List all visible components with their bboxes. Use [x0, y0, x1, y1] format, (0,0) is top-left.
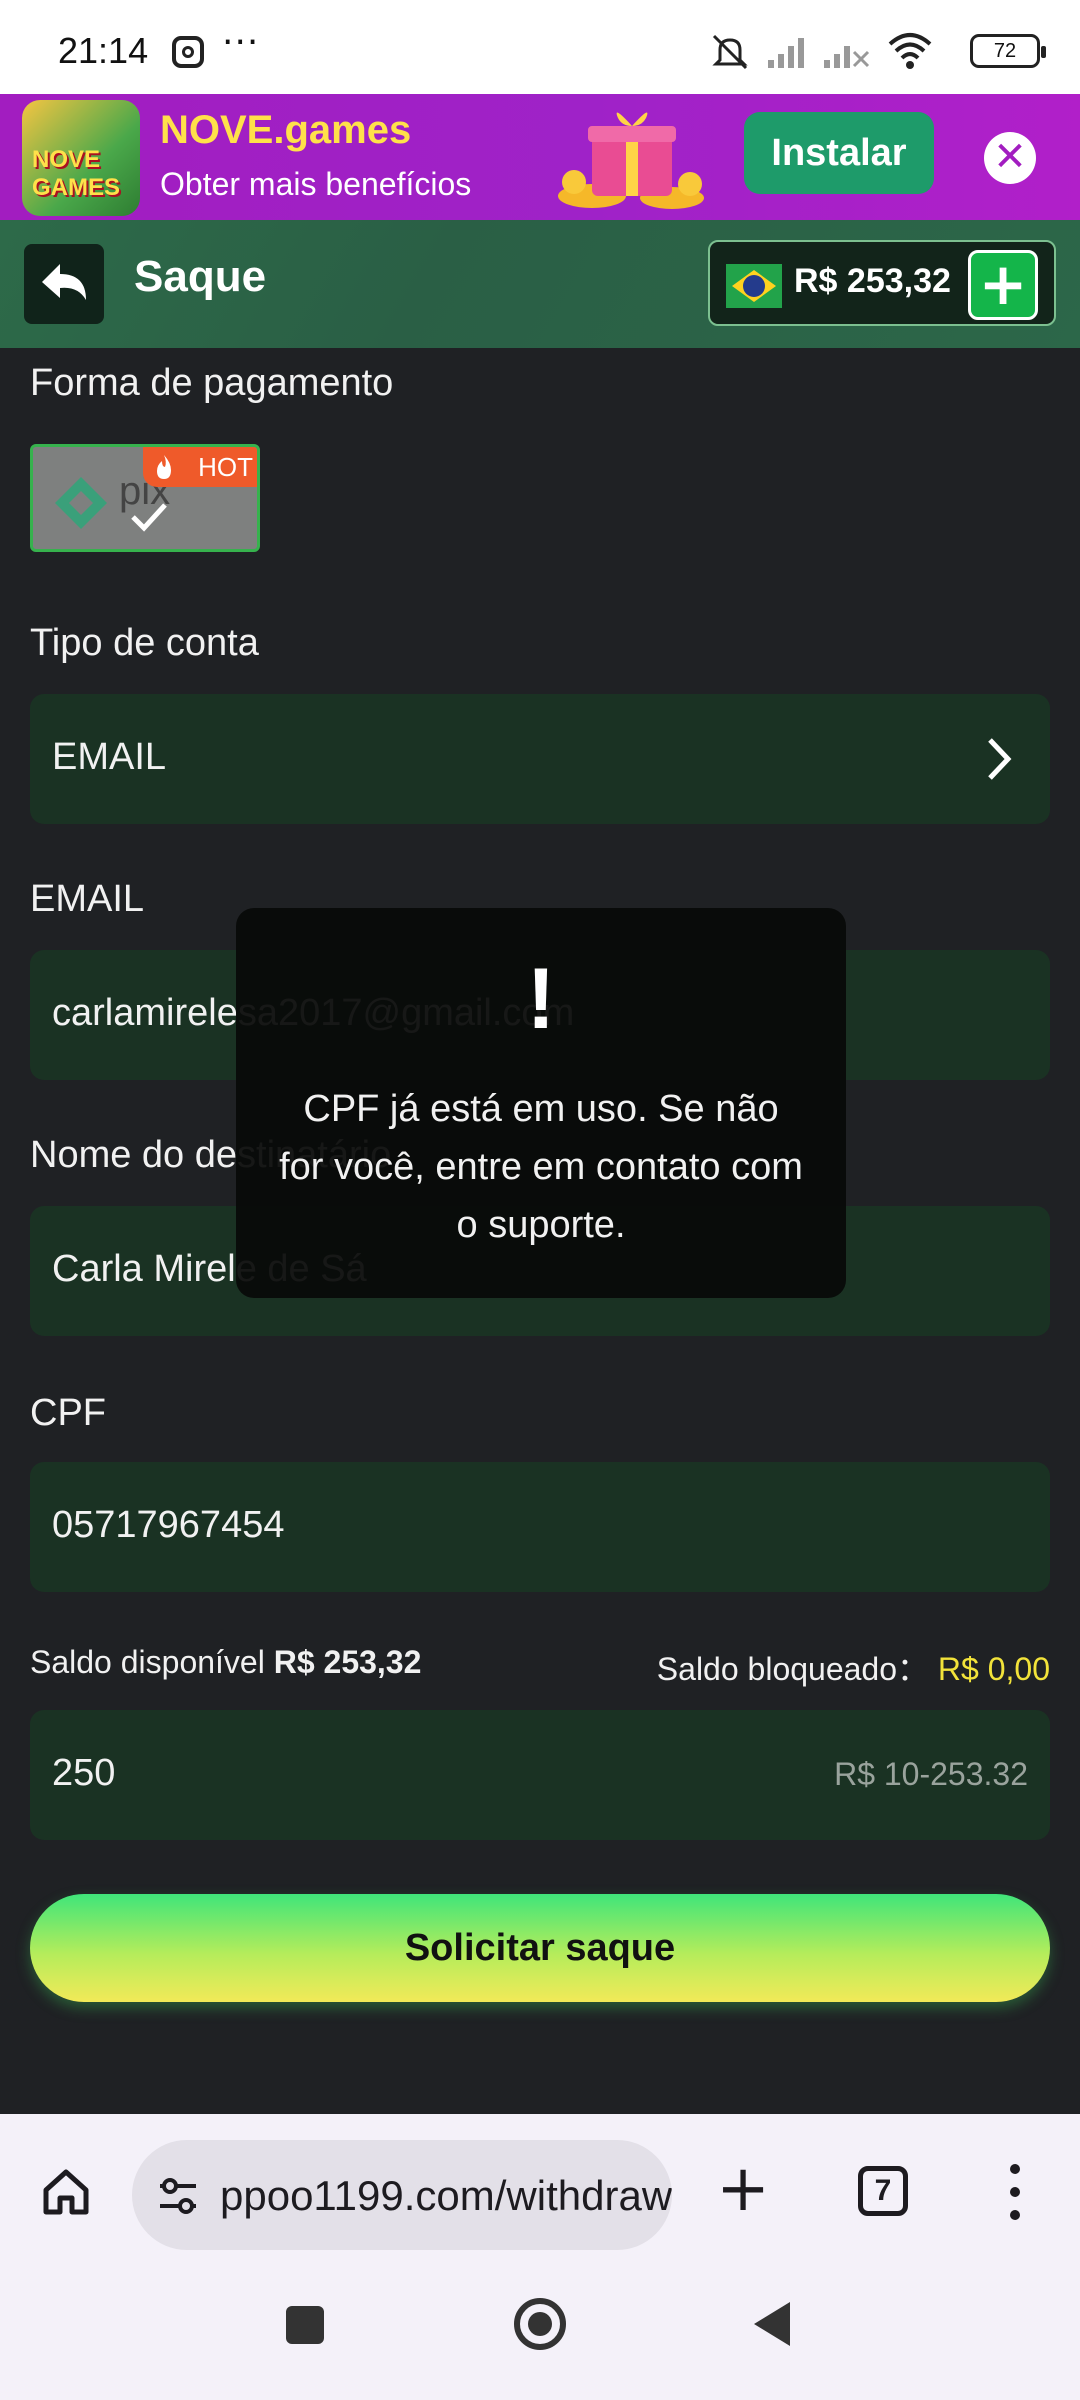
- deposit-button[interactable]: +: [968, 250, 1038, 320]
- gift-coins-icon: [558, 112, 704, 209]
- promo-title: NOVE.games: [160, 108, 412, 152]
- hot-badge-text: HOT: [198, 452, 253, 482]
- amount-input[interactable]: 250 R$ 10-253.32: [30, 1710, 1050, 1840]
- back-nav-button[interactable]: [754, 2302, 790, 2346]
- more-notifications-icon: ···: [222, 22, 260, 63]
- status-icons: 72: [710, 30, 1046, 74]
- close-banner-button[interactable]: ✕: [984, 132, 1036, 184]
- recents-button[interactable]: [286, 2306, 324, 2344]
- app-logo-text: NOVE GAMES: [32, 146, 121, 201]
- battery-indicator: 72: [970, 34, 1046, 68]
- new-tab-button[interactable]: +: [716, 2157, 770, 2221]
- warning-icon: !: [526, 951, 556, 1047]
- signal-no-service-icon: [824, 46, 870, 68]
- promo-subtitle: Obter mais benefícios: [160, 166, 472, 202]
- payment-method-label: Forma de pagamento: [30, 362, 394, 404]
- account-type-label: Tipo de conta: [30, 622, 259, 664]
- amount-range-hint: R$ 10-253.32: [834, 1756, 1028, 1792]
- back-arrow-icon: [42, 264, 86, 300]
- tab-switcher-button[interactable]: 7: [858, 2166, 908, 2216]
- home-icon[interactable]: [40, 2166, 92, 2218]
- address-bar[interactable]: ppoo1199.com/withdraw: [132, 2140, 672, 2250]
- cpf-label: CPF: [30, 1392, 106, 1434]
- system-nav-bar: [0, 2284, 1080, 2400]
- brazil-flag-icon: [726, 264, 782, 308]
- fire-icon: [157, 455, 171, 479]
- url-text: ppoo1199.com/withdraw: [220, 2172, 672, 2219]
- blocked-balance-value: R$ 0,00: [937, 1651, 1050, 1687]
- balance-info-row: Saldo disponível R$ 253,32 Saldo bloquea…: [30, 1644, 1050, 1687]
- available-balance: Saldo disponível R$ 253,32: [30, 1644, 421, 1681]
- cpf-field[interactable]: 05717967454: [30, 1462, 1050, 1592]
- install-button[interactable]: Instalar: [744, 112, 934, 194]
- home-button[interactable]: [514, 2298, 566, 2350]
- cpf-value: 05717967454: [52, 1504, 285, 1546]
- browser-toolbar: ppoo1199.com/withdraw + 7: [0, 2114, 1080, 2284]
- account-type-select[interactable]: EMAIL: [30, 694, 1050, 824]
- amount-value: 250: [52, 1752, 116, 1794]
- overflow-menu-icon[interactable]: [1000, 2162, 1030, 2222]
- error-toast: ! CPF já está em uso. Se não for você, e…: [236, 908, 846, 1298]
- status-bar: 21:14 ··· 72: [0, 0, 1080, 94]
- hot-badge: HOT: [143, 447, 257, 487]
- available-balance-label: Saldo disponível: [30, 1644, 265, 1680]
- toast-message: CPF já está em uso. Se não for você, ent…: [279, 1088, 803, 1246]
- install-app-banner: NOVE GAMES NOVE.games Obter mais benefíc…: [0, 94, 1080, 220]
- instagram-icon: [172, 36, 204, 68]
- email-label: EMAIL: [30, 878, 145, 920]
- request-withdrawal-button[interactable]: Solicitar saque: [30, 1894, 1050, 2002]
- blocked-balance: Saldo bloqueado： R$ 0,00: [657, 1644, 1050, 1690]
- wifi-icon: [888, 33, 932, 69]
- back-button[interactable]: [24, 244, 104, 324]
- balance-display: R$ 253,32 +: [708, 240, 1056, 326]
- page-header: Saque R$ 253,32 +: [0, 220, 1080, 348]
- signal-icon: [768, 38, 804, 68]
- pix-payment-option[interactable]: pix HOT: [30, 444, 260, 552]
- available-balance-value: R$ 253,32: [273, 1644, 422, 1680]
- app-logo: NOVE GAMES: [22, 100, 140, 216]
- account-type-value: EMAIL: [52, 736, 167, 778]
- chevron-right-icon: [988, 738, 1012, 780]
- pix-logo-icon: [55, 477, 107, 529]
- page-title: Saque: [134, 252, 267, 301]
- blocked-balance-label: Saldo bloqueado：: [656, 1651, 930, 1687]
- mute-icon: [712, 34, 748, 70]
- status-time: 21:14: [58, 30, 149, 71]
- site-settings-icon[interactable]: [154, 2172, 202, 2220]
- balance-amount: R$ 253,32: [794, 262, 951, 300]
- selected-check-icon: [131, 503, 167, 532]
